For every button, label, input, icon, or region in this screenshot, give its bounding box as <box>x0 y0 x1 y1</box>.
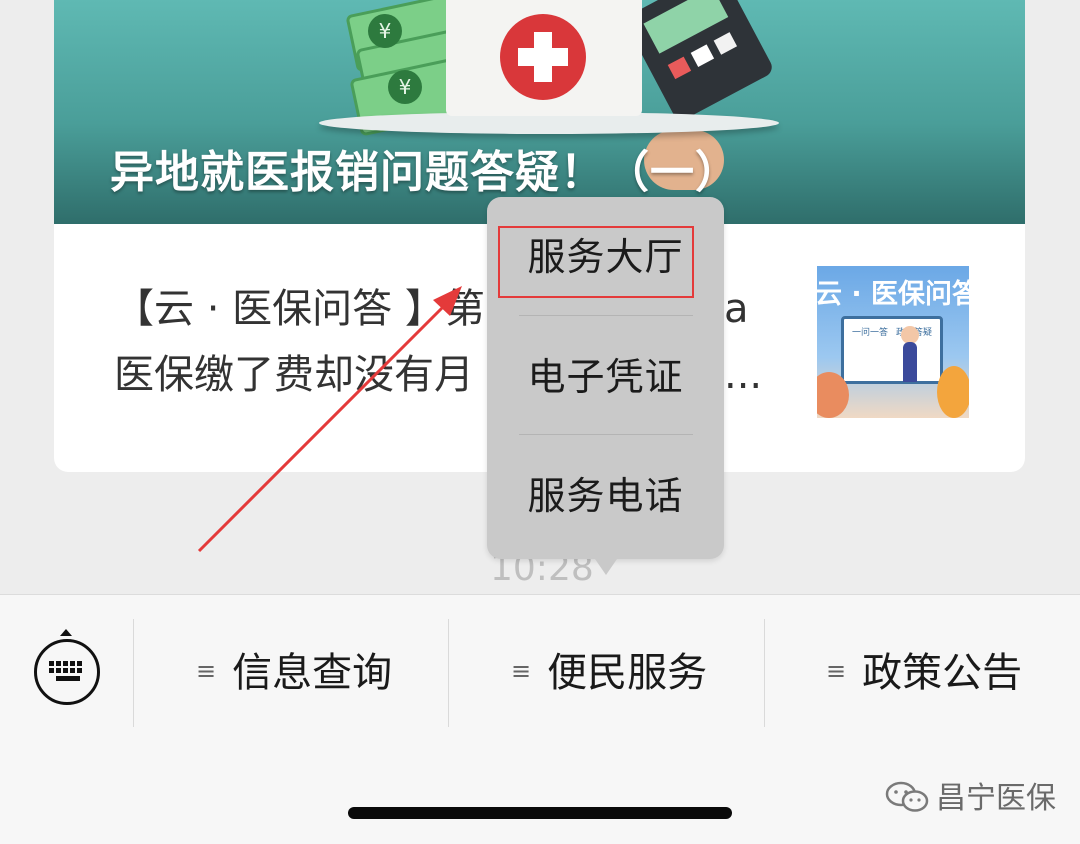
home-indicator[interactable] <box>348 807 732 819</box>
menu-divider <box>133 619 134 727</box>
tab-info-query[interactable]: ≡ 信息查询 <box>196 635 392 711</box>
tab-convenience-services[interactable]: ≡ 便民服务 <box>511 635 707 711</box>
menu-lines-icon: ≡ <box>826 657 847 685</box>
bottom-menu-bar: ≡ 信息查询 ≡ 便民服务 ≡ 政策公告 昌宁医保 <box>0 594 1080 844</box>
keyboard-icon[interactable] <box>34 639 100 705</box>
menu-divider <box>448 619 449 727</box>
menu-lines-icon: ≡ <box>511 657 532 685</box>
menu-lines-icon: ≡ <box>196 657 217 685</box>
tab-policy-announcements[interactable]: ≡ 政策公告 <box>826 635 1022 711</box>
wechat-icon <box>885 781 929 812</box>
caret-up-icon <box>60 629 72 636</box>
menu-divider <box>764 619 765 727</box>
watermark: 昌宁医保 <box>884 773 1056 817</box>
